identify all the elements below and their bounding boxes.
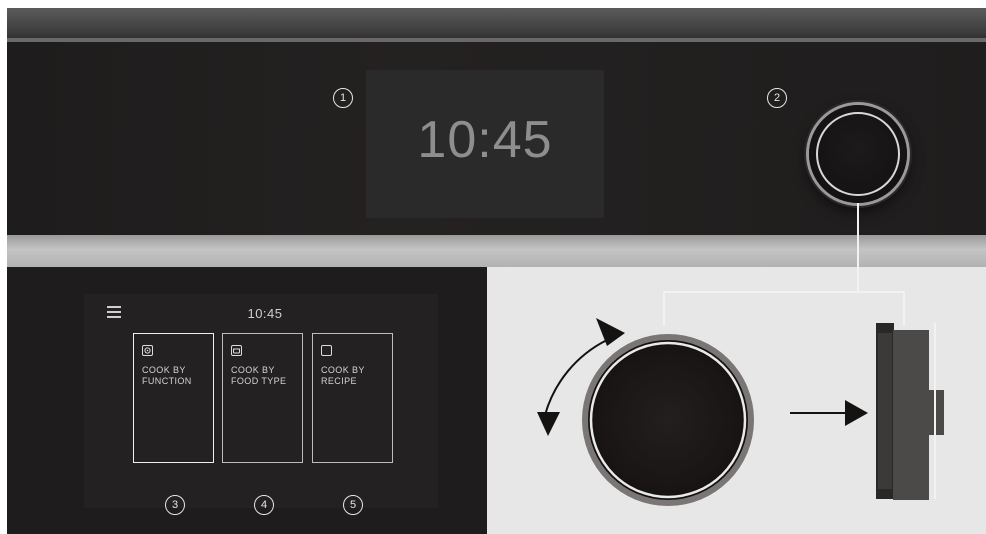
illustration-overlay — [537, 203, 944, 506]
connector-lines — [663, 203, 905, 326]
knob-front-illustration — [582, 334, 754, 506]
push-arrow-icon — [790, 400, 868, 426]
knob-side-illustration — [876, 323, 944, 500]
